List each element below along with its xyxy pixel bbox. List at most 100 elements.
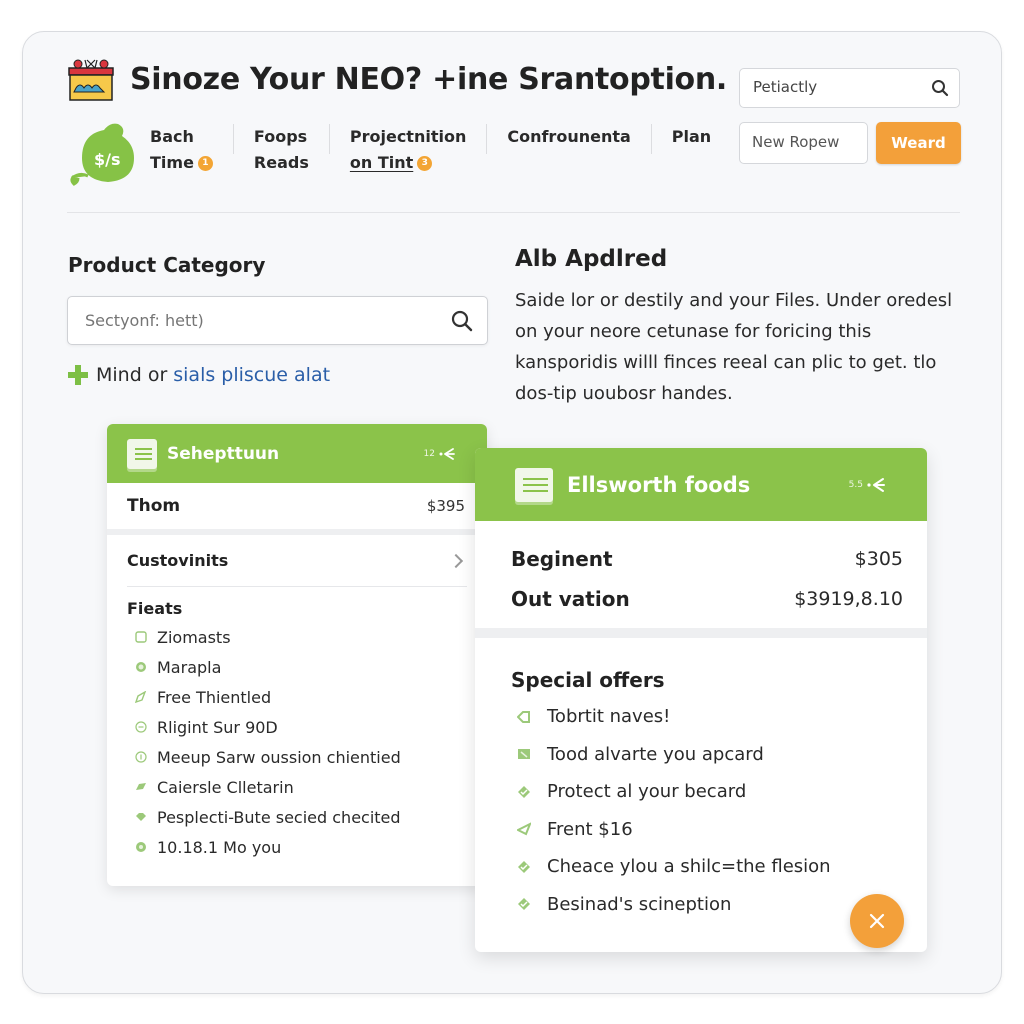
card-meta[interactable]: 12 <box>424 447 457 461</box>
card-title: Ellsworth foods <box>567 472 751 497</box>
new-property-field <box>739 122 868 164</box>
product-category-heading: Product Category <box>68 253 266 277</box>
nav-label: Confrounenta <box>507 127 631 146</box>
list-item: Meeup Sarw oussion chientied <box>135 742 487 772</box>
add-text: Mind or <box>96 364 168 386</box>
tag-icon <box>135 691 147 703</box>
info-circle-icon <box>135 751 147 763</box>
price-label: Beginent <box>511 547 613 571</box>
price-row: Out vation $3919,8.10 <box>511 579 903 619</box>
nav-item-foops-reads[interactable]: Foops Reads <box>234 124 329 176</box>
money-bag-icon: $/s <box>70 123 134 186</box>
feature-text: 10.18.1 Mo you <box>157 837 282 857</box>
nav-item-plan[interactable]: Plan <box>652 124 731 150</box>
header-search <box>739 68 960 108</box>
nav-label: Plan <box>671 127 712 146</box>
close-icon <box>869 913 885 929</box>
product-card-ellsworth-foods: Ellsworth foods 5.5 Beginent $305 Out va… <box>475 448 927 952</box>
send-icon <box>517 822 531 836</box>
feature-text: Free Thientled <box>157 687 272 707</box>
feature-text: Pesplecti-Bute secied checited <box>157 807 401 827</box>
price-row: Thom $395 <box>107 483 487 535</box>
svg-text:$/s: $/s <box>94 150 121 169</box>
notification-badge: 1 <box>197 156 213 171</box>
card-header: Sehepttuun 12 <box>107 424 487 483</box>
feature-text: Rligint Sur 90D <box>157 717 278 737</box>
offer-text: Frent $16 <box>547 818 633 840</box>
tag-icon <box>136 783 146 790</box>
info-heading: Alb Apdlred <box>515 246 668 272</box>
price-value: $395 <box>426 497 465 515</box>
nav-sublabel: Reads <box>253 153 309 172</box>
customize-label: Custovinits <box>127 551 229 570</box>
nav-item-bach-time[interactable]: Bach Time 1 <box>150 124 233 176</box>
header-divider <box>67 212 960 213</box>
feature-text: Ziomasts <box>157 627 231 647</box>
price-row: Beginent $305 <box>511 539 903 579</box>
card-header: Ellsworth foods 5.5 <box>475 448 927 521</box>
add-link[interactable]: sials pliscue alat <box>173 364 330 386</box>
customize-row[interactable]: Custovinits <box>127 535 467 587</box>
check-tag-icon <box>518 860 530 873</box>
list-item: Rligint Sur 90D <box>135 712 487 742</box>
search-icon[interactable] <box>451 310 473 332</box>
search-icon[interactable] <box>931 79 949 97</box>
price-label: Thom <box>127 496 181 516</box>
share-icon[interactable] <box>439 447 457 461</box>
close-fab-button[interactable] <box>850 894 904 948</box>
list-item: Pesplecti-Bute secied checited <box>135 802 487 832</box>
list-item: Cheace ylou a shilc=the flesion <box>517 848 927 886</box>
feature-text: Marapla <box>157 657 222 677</box>
category-search-input[interactable] <box>85 311 435 330</box>
offer-text: Tood alvarte you apcard <box>547 743 764 765</box>
pricing-section: Beginent $305 Out vation $3919,8.10 <box>475 521 927 638</box>
features-heading: Fieats <box>127 599 183 618</box>
store-logo-icon <box>68 59 114 101</box>
chevron-right-icon <box>448 553 464 568</box>
offers-list: Tobrtit naves! Tood alvarte you apcard P… <box>517 698 927 923</box>
card-meta[interactable]: 5.5 <box>849 477 887 493</box>
nav-item-projectnition[interactable]: Projectnition on Tint 3 <box>330 124 486 176</box>
diamond-icon <box>136 813 146 821</box>
meta-count: 12 <box>423 448 435 459</box>
card-title: Sehepttuun <box>167 443 280 464</box>
nav-item-confrounenta[interactable]: Confrounenta <box>487 124 650 150</box>
list-item: Marapla <box>135 652 487 682</box>
list-item: Caiersle Clletarin <box>135 772 487 802</box>
check-tag-icon <box>518 898 530 911</box>
minus-circle-icon <box>135 721 147 733</box>
header-search-input[interactable] <box>753 78 923 96</box>
feature-text: Caiersle Clletarin <box>157 777 294 797</box>
check-tag-icon <box>518 785 530 798</box>
list-item: Ziomasts <box>135 622 487 652</box>
price-value: $3919,8.10 <box>794 588 903 610</box>
primary-action-button[interactable]: Weard <box>876 122 961 164</box>
nav-sublabel: on Tint <box>349 153 414 172</box>
offer-text: Cheace ylou a shilc=the flesion <box>547 856 831 878</box>
page-title: Sinoze Your NEO? +ine Srantoption. <box>130 62 728 97</box>
list-item: 10.18.1 Mo you <box>135 832 487 862</box>
new-property-input[interactable] <box>752 133 864 151</box>
nav-label: Bach <box>150 127 194 146</box>
product-card-sehepttuun: Sehepttuun 12 Thom $395 Custovinits Fiea… <box>107 424 487 886</box>
add-category-row[interactable]: Mind or sials pliscue alat <box>68 364 330 386</box>
notification-badge: 3 <box>417 156 433 171</box>
offer-text: Tobrtit naves! <box>547 706 671 728</box>
nav-label: Projectnition <box>349 127 467 146</box>
card-icon <box>518 749 530 760</box>
tag-icon <box>517 710 530 723</box>
target-icon <box>136 662 146 672</box>
info-description: Saide lor or destily and your Files. Und… <box>515 290 953 404</box>
list-item: Tobrtit naves! <box>517 698 927 736</box>
price-label: Out vation <box>511 587 630 611</box>
main-nav: Bach Time 1 Foops Reads Projectnition on … <box>150 124 731 176</box>
list-item: Frent $16 <box>517 811 927 849</box>
share-icon[interactable] <box>867 477 887 493</box>
list-item: Tood alvarte you apcard <box>517 736 927 774</box>
offer-text: Protect al your becard <box>547 781 747 803</box>
special-offers-heading: Special offers <box>511 668 665 692</box>
features-list: Ziomasts Marapla Free Thientled Rligint … <box>135 622 487 862</box>
circle-icon <box>136 842 146 852</box>
list-item: Free Thientled <box>135 682 487 712</box>
meta-count: 5.5 <box>848 479 863 490</box>
